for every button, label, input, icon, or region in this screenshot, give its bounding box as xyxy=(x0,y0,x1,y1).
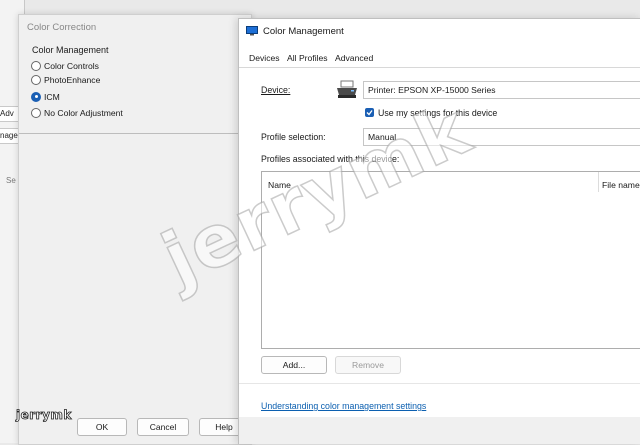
tab-bar: Devices All Profiles Advanced xyxy=(239,51,640,67)
radio-button[interactable] xyxy=(31,107,41,118)
radio-label: Color Controls xyxy=(44,60,99,71)
printer-icon xyxy=(337,80,357,98)
bottom-bar xyxy=(239,417,640,444)
background-label: Se xyxy=(6,176,16,185)
ok-button[interactable]: OK xyxy=(77,418,127,436)
tab-divider xyxy=(239,67,640,68)
radio-photoenhance[interactable]: PhotoEnhance xyxy=(31,73,100,86)
column-divider xyxy=(598,172,599,192)
device-select[interactable]: Printer: EPSON XP-15000 Series xyxy=(363,81,640,99)
radio-no-color-adjustment[interactable]: No Color Adjustment xyxy=(31,106,123,119)
tab-all-profiles[interactable]: All Profiles xyxy=(287,53,328,63)
dialog-title: Color Correction xyxy=(27,22,97,33)
radio-button-selected[interactable] xyxy=(31,91,41,102)
help-link[interactable]: Understanding color management settings xyxy=(261,401,426,411)
column-header-file-name[interactable]: File name xyxy=(602,180,640,190)
color-management-group-label: Color Management xyxy=(32,45,109,55)
profile-selection-label: Profile selection: xyxy=(261,132,326,142)
tab-devices[interactable]: Devices xyxy=(249,53,280,63)
title-bar[interactable]: Color Management xyxy=(239,19,640,45)
monitor-icon xyxy=(246,26,258,36)
radio-button[interactable] xyxy=(31,60,41,71)
remove-button[interactable]: Remove xyxy=(335,356,401,374)
check-icon xyxy=(366,110,373,116)
corner-watermark: jerrymk xyxy=(16,408,72,423)
window-title: Color Management xyxy=(263,26,344,37)
use-settings-checkbox[interactable] xyxy=(365,108,374,117)
device-label: Device: xyxy=(261,85,291,95)
tab-advanced[interactable]: Advanced xyxy=(335,53,373,63)
radio-label: PhotoEnhance xyxy=(44,74,101,85)
radio-color-controls[interactable]: Color Controls xyxy=(31,59,99,72)
add-button[interactable]: Add... xyxy=(261,356,327,374)
radio-label: ICM xyxy=(44,91,60,102)
radio-label: No Color Adjustment xyxy=(44,107,123,118)
cancel-button[interactable]: Cancel xyxy=(137,418,189,436)
radio-icm[interactable]: ICM xyxy=(31,90,60,103)
divider xyxy=(19,133,249,134)
radio-button[interactable] xyxy=(31,74,41,85)
divider xyxy=(239,383,640,384)
